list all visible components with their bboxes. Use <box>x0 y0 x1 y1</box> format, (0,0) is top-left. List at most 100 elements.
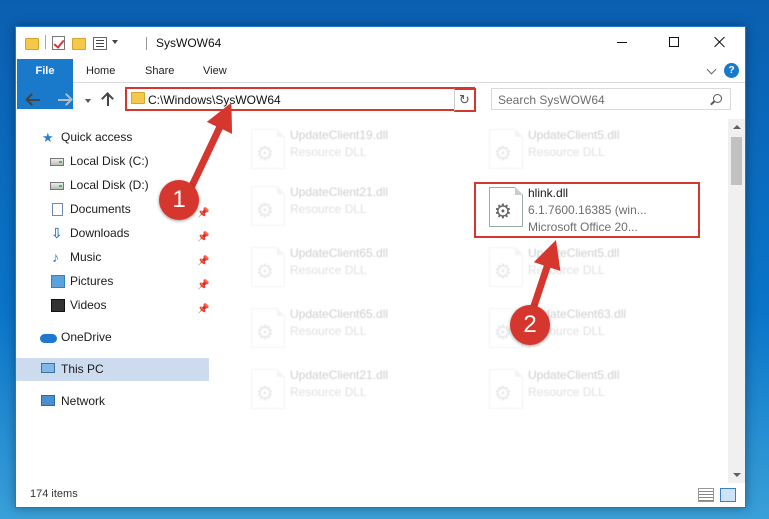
back-button[interactable] <box>26 92 42 108</box>
file-type: Resource DLL <box>290 263 367 277</box>
sidebar-item-pictures[interactable]: Pictures 📌 <box>16 270 209 293</box>
file-type: Resource DLL <box>528 385 605 399</box>
file-item[interactable]: UpdateClient65.dll Resource DLL <box>240 302 470 352</box>
navigation-bar: C:\Windows\SysWOW64 ↻ Search SysWOW64 <box>16 83 745 119</box>
file-type: Resource DLL <box>290 145 367 159</box>
properties-check-icon[interactable] <box>52 36 65 50</box>
file-type: Resource DLL <box>528 145 605 159</box>
folder-icon <box>131 92 145 104</box>
sidebar-item-label: This PC <box>61 362 104 376</box>
up-arrow-icon <box>107 95 109 106</box>
dll-file-icon <box>489 247 523 287</box>
minimize-icon <box>617 41 627 43</box>
step-1-badge: 1 <box>159 180 199 220</box>
pin-icon[interactable]: 📌 <box>197 298 209 321</box>
disk-icon <box>50 182 64 190</box>
file-item[interactable]: UpdateClient65.dll Resource DLL <box>240 241 470 291</box>
star-icon: ★ <box>42 130 54 145</box>
refresh-button[interactable]: ↻ <box>454 88 476 112</box>
back-arrow-icon <box>28 99 40 101</box>
dll-file-icon <box>489 129 523 169</box>
tab-view[interactable]: View <box>203 59 227 83</box>
maximize-button[interactable] <box>651 27 697 57</box>
recent-locations-icon[interactable] <box>85 99 91 103</box>
music-icon: ♪ <box>52 249 59 265</box>
file-name: UpdateClient65.dll <box>290 307 389 321</box>
minimize-button[interactable] <box>599 27 645 57</box>
scroll-down-icon[interactable] <box>733 473 741 477</box>
file-list: UpdateClient19.dll Resource DLL UpdateCl… <box>226 119 727 483</box>
file-name: UpdateClient5.dll <box>528 368 620 382</box>
file-item[interactable]: UpdateClient21.dll Resource DLL <box>240 180 470 230</box>
new-folder-icon[interactable] <box>72 38 86 50</box>
address-path[interactable]: C:\Windows\SysWOW64 <box>148 93 281 107</box>
up-button[interactable] <box>100 92 116 108</box>
computer-icon <box>41 363 55 373</box>
customize-toolbar-icon[interactable] <box>93 36 107 50</box>
file-type: Resource DLL <box>290 324 367 338</box>
navigation-pane: ★ Quick access Local Disk (C:) Local Dis… <box>16 119 211 483</box>
close-button[interactable] <box>697 27 743 57</box>
tiles-view-icon[interactable] <box>720 488 736 502</box>
address-bar[interactable]: C:\Windows\SysWOW64 <box>125 87 475 111</box>
help-icon[interactable]: ? <box>724 63 739 78</box>
refresh-icon: ↻ <box>459 92 470 107</box>
file-name: UpdateClient21.dll <box>290 368 389 382</box>
sidebar-item-label: Documents <box>70 202 131 216</box>
file-type: Resource DLL <box>290 202 367 216</box>
file-item[interactable]: UpdateClient21.dll Resource DLL <box>240 363 470 413</box>
sidebar-item-label: Local Disk (D:) <box>70 178 149 192</box>
explorer-window: SysWOW64 File Home Share View ? C:\Windo… <box>15 26 746 508</box>
dll-file-icon <box>251 186 285 226</box>
sidebar-item-videos[interactable]: Videos 📌 <box>16 294 209 317</box>
tab-share[interactable]: Share <box>145 59 174 83</box>
dll-file-icon <box>251 247 285 287</box>
file-name: UpdateClient5.dll <box>528 128 620 142</box>
expand-ribbon-icon[interactable] <box>706 64 717 75</box>
search-input[interactable]: Search SysWOW64 <box>491 88 731 110</box>
ribbon-tabs: File Home Share View ? <box>16 59 745 109</box>
sidebar-item-downloads[interactable]: ⇩ Downloads 📌 <box>16 222 209 245</box>
sidebar-item-local-disk-c[interactable]: Local Disk (C:) <box>16 150 209 173</box>
documents-icon <box>52 203 63 216</box>
file-item[interactable]: UpdateClient19.dll Resource DLL <box>240 123 470 173</box>
dll-file-icon <box>251 369 285 409</box>
chevron-down-icon[interactable] <box>112 40 118 44</box>
videos-icon <box>51 299 65 312</box>
tab-home[interactable]: Home <box>86 59 115 83</box>
file-name: UpdateClient65.dll <box>290 246 389 260</box>
maximize-icon <box>669 37 679 47</box>
quick-access-toolbar <box>25 35 118 50</box>
scroll-up-icon[interactable] <box>733 125 741 129</box>
file-item[interactable]: UpdateClient5.dll Resource DLL <box>478 363 708 413</box>
sidebar-item-network[interactable]: Network <box>16 390 209 413</box>
download-icon: ⇩ <box>51 225 63 241</box>
dll-file-icon <box>489 369 523 409</box>
forward-button[interactable] <box>56 92 72 108</box>
vertical-scrollbar[interactable] <box>728 119 745 483</box>
scroll-thumb[interactable] <box>731 137 742 185</box>
file-name: UpdateClient5.dll <box>528 246 620 260</box>
file-type: Resource DLL <box>528 263 605 277</box>
details-view-icon[interactable] <box>698 488 714 502</box>
sidebar-item-onedrive[interactable]: OneDrive <box>16 326 209 349</box>
sidebar-item-music[interactable]: ♪ Music 📌 <box>16 246 209 269</box>
forward-arrow-icon <box>58 99 70 101</box>
search-placeholder: Search SysWOW64 <box>498 93 605 107</box>
title-separator <box>146 37 147 50</box>
network-icon <box>41 395 55 406</box>
sidebar-item-label: OneDrive <box>61 330 112 344</box>
item-count: 174 items <box>30 488 78 500</box>
sidebar-item-this-pc[interactable]: This PC <box>16 358 209 381</box>
status-bar: 174 items <box>16 483 745 507</box>
sidebar-item-label: Local Disk (C:) <box>70 154 149 168</box>
file-item[interactable]: UpdateClient5.dll Resource DLL <box>478 123 708 173</box>
file-item[interactable]: UpdateClient5.dll Resource DLL <box>478 241 708 291</box>
highlight-box <box>474 182 700 238</box>
search-icon[interactable] <box>713 94 722 103</box>
dll-file-icon <box>251 308 285 348</box>
file-type: Resource DLL <box>290 385 367 399</box>
sidebar-item-quick-access[interactable]: ★ Quick access <box>16 126 209 149</box>
sidebar-item-label: Pictures <box>70 274 114 288</box>
sidebar-item-label: Quick access <box>61 130 133 144</box>
